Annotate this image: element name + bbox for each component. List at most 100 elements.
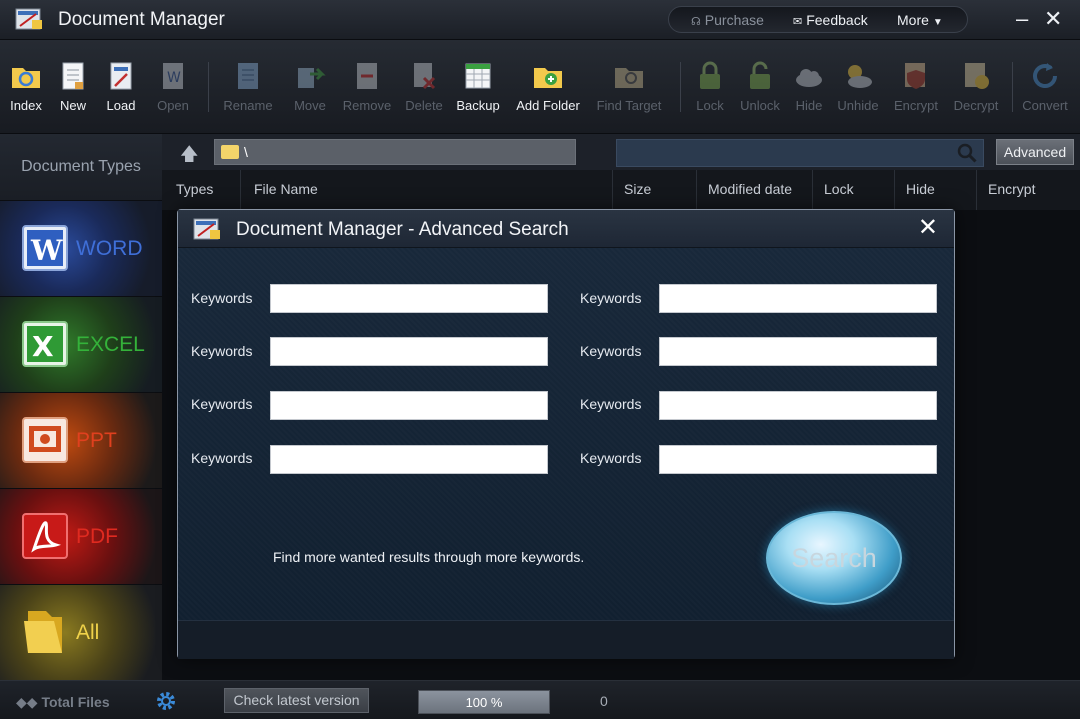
keyword-input-2[interactable] xyxy=(659,284,937,313)
decrypt-icon xyxy=(965,63,989,89)
caret-down-icon: ▼ xyxy=(932,17,943,28)
search-icon[interactable] xyxy=(957,143,977,163)
keyword-input-4[interactable] xyxy=(659,337,937,366)
sidebar-item-excel[interactable]: X EXCEL xyxy=(0,296,162,392)
lock-icon xyxy=(700,61,720,89)
keyword-input-7[interactable] xyxy=(270,445,548,474)
sidebar-item-pdf[interactable]: PDF xyxy=(0,488,162,584)
keywords-label: Keywords xyxy=(191,290,253,306)
title-bar: Document Manager ☊ Purchase ✉ Feedback Mor… xyxy=(0,0,1080,40)
lock-button[interactable]: Lock xyxy=(692,60,728,120)
keywords-label: Keywords xyxy=(191,343,253,359)
find-target-icon xyxy=(615,68,643,88)
keywords-label: Keywords xyxy=(580,450,642,466)
convert-arrow-icon xyxy=(1033,63,1057,88)
backup-button[interactable]: Backup xyxy=(454,60,502,120)
svg-text:W: W xyxy=(30,234,63,267)
add-folder-icon xyxy=(534,68,562,88)
sidebar-item-all[interactable]: All xyxy=(0,584,162,680)
open-button[interactable]: W Open xyxy=(154,60,192,120)
column-header-file-name[interactable]: File Name xyxy=(254,181,318,197)
folder-icon xyxy=(221,145,239,159)
files-icon: ◆◆ xyxy=(16,694,38,710)
search-button[interactable]: Search xyxy=(766,511,902,605)
load-document-icon xyxy=(110,62,132,90)
remove-button[interactable]: Remove xyxy=(340,60,394,120)
path-bar: 🡅 \ Advanced xyxy=(162,134,1080,170)
dialog-title-bar: Document Manager - Advanced Search ✕ xyxy=(178,210,954,248)
unlock-icon xyxy=(750,61,770,89)
delete-button[interactable]: Delete xyxy=(402,60,446,120)
advanced-button[interactable]: Advanced xyxy=(996,139,1074,165)
toolbar-separator xyxy=(680,62,681,112)
column-header-hide[interactable]: Hide xyxy=(906,181,935,197)
dialog-close-icon[interactable]: ✕ xyxy=(918,213,938,242)
keyword-input-1[interactable] xyxy=(270,284,548,313)
top-menu: ☊ Purchase ✉ Feedback More ▼ xyxy=(668,6,968,33)
sidebar-item-ppt[interactable]: PPT xyxy=(0,392,162,488)
keywords-label: Keywords xyxy=(191,450,253,466)
pdf-icon xyxy=(22,513,68,559)
column-header-types[interactable]: Types xyxy=(176,181,213,197)
unhide-button[interactable]: Unhide xyxy=(836,60,880,120)
dialog-footer xyxy=(178,620,954,659)
keywords-label: Keywords xyxy=(191,396,253,412)
rename-button[interactable]: Rename xyxy=(220,60,276,120)
sidebar-item-word[interactable]: W WORD xyxy=(0,200,162,296)
move-icon xyxy=(298,67,326,88)
hide-button[interactable]: Hide xyxy=(792,60,826,120)
convert-button[interactable]: Convert xyxy=(1020,60,1070,120)
search-hint: Find more wanted results through more ke… xyxy=(273,549,585,565)
keyword-input-5[interactable] xyxy=(270,391,548,420)
advanced-search-dialog: Document Manager - Advanced Search ✕ Key… xyxy=(177,209,955,659)
app-logo-icon xyxy=(15,8,42,30)
encrypt-button[interactable]: Encrypt xyxy=(892,60,940,120)
folder-icon xyxy=(24,611,62,653)
move-button[interactable]: Move xyxy=(290,60,330,120)
file-table-header: Types File Name Size Modified date Lock … xyxy=(162,170,1080,210)
index-button[interactable]: Index xyxy=(6,60,46,120)
find-target-button[interactable]: Find Target xyxy=(594,60,664,120)
add-folder-button[interactable]: Add Folder xyxy=(514,60,582,120)
decrypt-button[interactable]: Decrypt xyxy=(952,60,1000,120)
unlock-button[interactable]: Unlock xyxy=(738,60,782,120)
dialog-title: Document Manager - Advanced Search xyxy=(236,219,569,240)
index-folder-icon xyxy=(12,68,40,88)
column-header-size[interactable]: Size xyxy=(624,181,651,197)
up-arrow-icon[interactable]: 🡅 xyxy=(180,142,199,172)
more-menu[interactable]: More ▼ xyxy=(897,12,943,28)
keyword-input-8[interactable] xyxy=(659,445,937,474)
column-header-modified-date[interactable]: Modified date xyxy=(708,181,792,197)
minimize-button[interactable]: – xyxy=(1016,4,1028,34)
column-header-lock[interactable]: Lock xyxy=(824,181,854,197)
keyword-input-6[interactable] xyxy=(659,391,937,420)
word-icon: W xyxy=(22,225,68,271)
open-document-icon: W xyxy=(163,63,183,89)
backup-grid-icon xyxy=(465,63,491,89)
status-bar: ◆◆ Total Files Check latest version 100 … xyxy=(0,680,1080,719)
total-files-label: ◆◆ Total Files xyxy=(16,694,110,710)
rename-icon xyxy=(238,63,258,89)
purchase-link[interactable]: ☊ Purchase xyxy=(691,12,764,28)
search-input[interactable] xyxy=(616,139,984,167)
gear-icon[interactable] xyxy=(154,689,178,713)
keywords-label: Keywords xyxy=(580,396,642,412)
toolbar-separator xyxy=(208,62,209,112)
toolbar: Index New Load W Open Rename Move Remove… xyxy=(0,40,1080,134)
sidebar-header: Document Types xyxy=(0,134,162,200)
keyword-input-3[interactable] xyxy=(270,337,548,366)
close-button[interactable]: ✕ xyxy=(1044,4,1062,34)
window-title: Document Manager xyxy=(58,9,225,30)
check-latest-version-button[interactable]: Check latest version xyxy=(224,688,369,713)
load-button[interactable]: Load xyxy=(102,60,140,120)
mail-icon: ✉ xyxy=(793,16,803,28)
svg-text:W: W xyxy=(167,70,181,86)
svg-text:X: X xyxy=(32,330,54,363)
excel-icon: X xyxy=(22,321,68,367)
feedback-link[interactable]: ✉ Feedback xyxy=(793,12,868,28)
path-field[interactable]: \ xyxy=(214,139,576,165)
file-count: 0 xyxy=(600,693,608,709)
column-header-encrypt[interactable]: Encrypt xyxy=(988,181,1035,197)
new-button[interactable]: New xyxy=(56,60,90,120)
remove-icon xyxy=(357,63,377,89)
